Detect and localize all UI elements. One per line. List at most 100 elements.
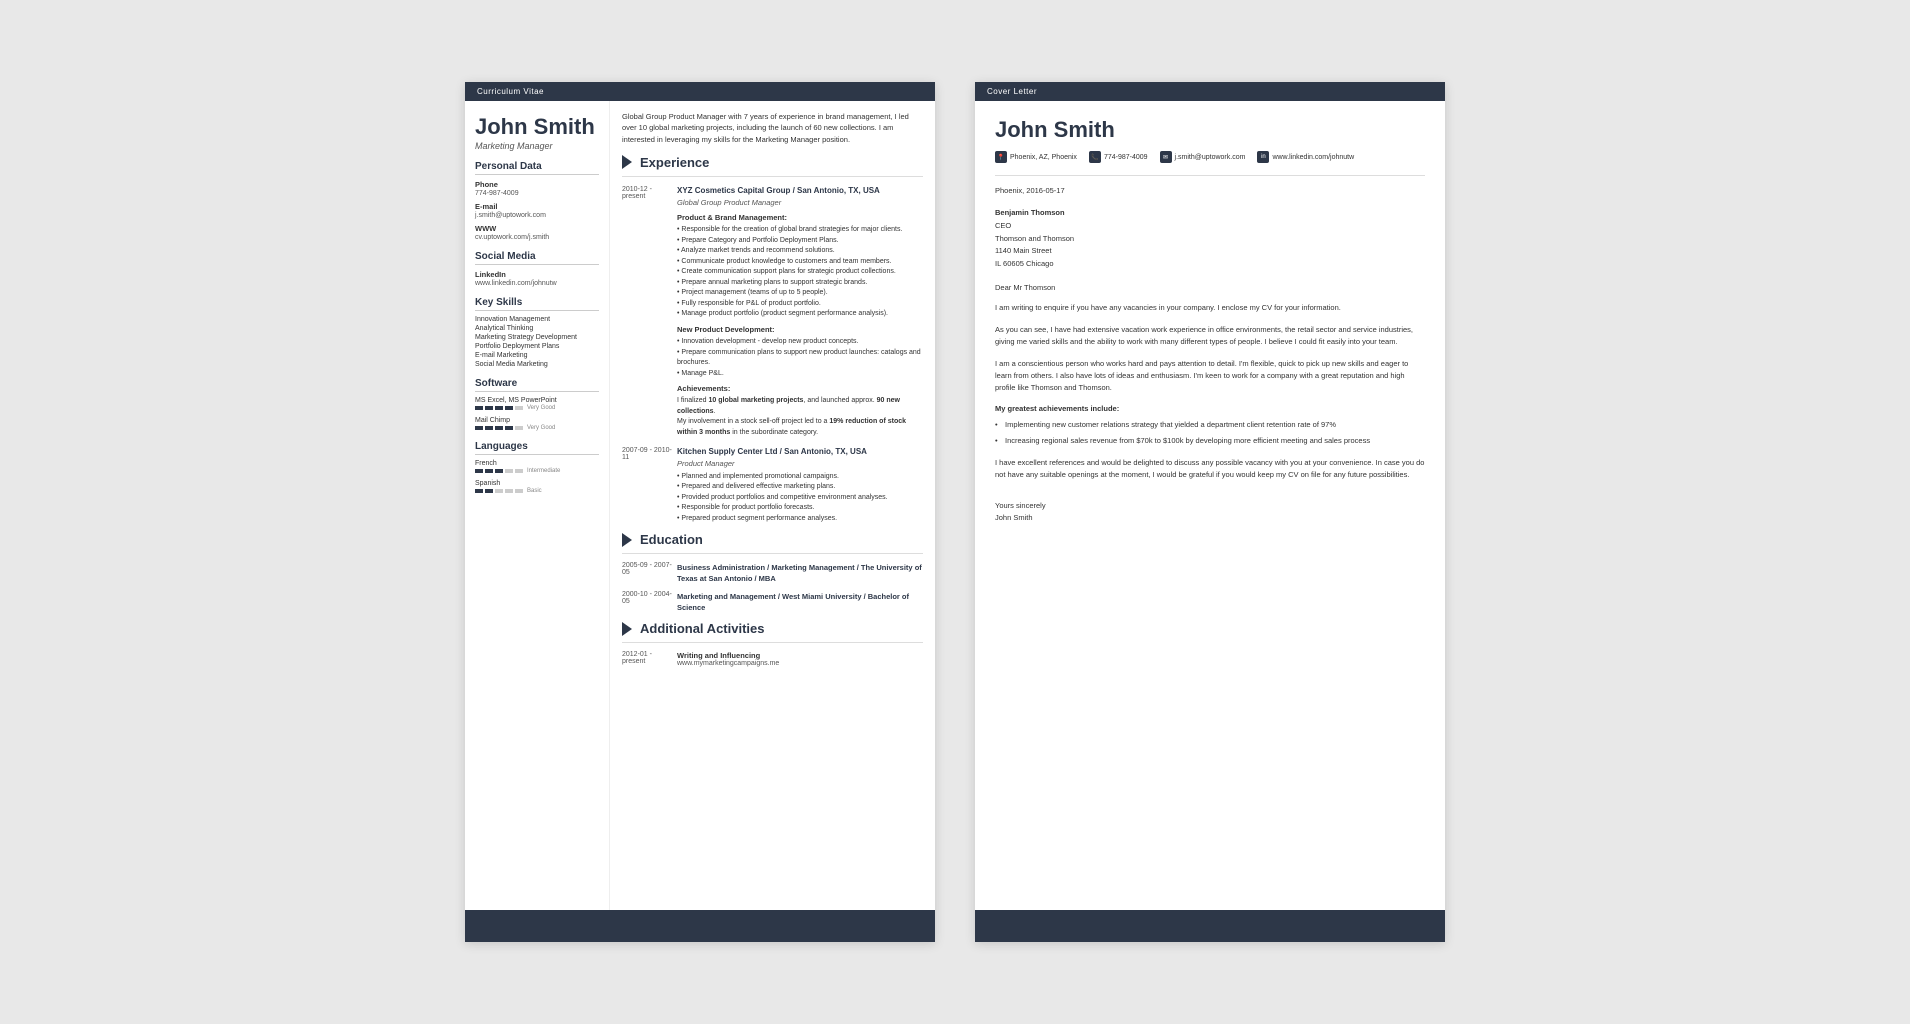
exp-bullet: • Prepare communication plans to support… [677, 348, 923, 369]
exp-bullet: • Prepared product segment performance a… [677, 514, 923, 525]
lang-rating-bar: Basic [475, 488, 599, 494]
software-section-title: Software [475, 378, 599, 392]
email-label: E-mail [475, 202, 599, 211]
lang-rating-label: Intermediate [527, 468, 560, 474]
lang-rating-bar: Intermediate [475, 468, 599, 474]
experience-entries: 2010-12 - presentXYZ Cosmetics Capital G… [622, 185, 923, 524]
edu-degree: Business Administration / Marketing Mana… [677, 562, 923, 585]
skill-item: Analytical Thinking [475, 325, 599, 332]
cl-paragraph: I am a conscientious person who works ha… [995, 358, 1425, 394]
cl-date: Phoenix, 2016-05-17 [995, 186, 1425, 195]
edu-content: Marketing and Management / West Miami Un… [677, 591, 923, 614]
lang-rating-dot [505, 489, 513, 493]
rating-dot [475, 426, 483, 430]
rating-label: Very Good [527, 405, 555, 411]
skill-item: E-mail Marketing [475, 352, 599, 359]
skills-list: Innovation Management Analytical Thinking… [475, 316, 599, 368]
cl-email: ✉ j.smith@uptowork.com [1160, 151, 1246, 163]
rating-dot [485, 406, 493, 410]
rating-dot [515, 426, 523, 430]
cl-paragraphs: I am writing to enquire if you have any … [995, 302, 1425, 394]
cl-linkedin: in www.linkedin.com/johnutw [1257, 151, 1354, 163]
exp-content: XYZ Cosmetics Capital Group / San Antoni… [677, 185, 923, 439]
software-item: MS Excel, MS PowerPointVery Good [475, 397, 599, 411]
social-section-title: Social Media [475, 251, 599, 265]
cv-summary: Global Group Product Manager with 7 year… [622, 111, 923, 145]
lang-rating-dot [515, 489, 523, 493]
linkedin-icon: in [1257, 151, 1269, 163]
cl-sig-name: John Smith [995, 513, 1425, 522]
exp-bullet: • Responsible for the creation of global… [677, 225, 923, 236]
exp-bullet: • Fully responsible for P&L of product p… [677, 299, 923, 310]
software-list: MS Excel, MS PowerPointVery Good Mail Chi… [475, 397, 599, 431]
activities-arrow-icon [622, 622, 632, 636]
rating-dot [505, 406, 513, 410]
exp-bullet: • Create communication support plans for… [677, 267, 923, 278]
act-content: Writing and Influencingwww.mymarketingca… [677, 651, 923, 667]
lang-rating-dot [495, 489, 503, 493]
education-entries: 2005-09 - 2007-05Business Administration… [622, 562, 923, 613]
phone-label: Phone [475, 180, 599, 189]
exp-bullet: • Planned and implemented promotional ca… [677, 472, 923, 483]
cv-job-title: Marketing Manager [475, 141, 599, 151]
education-entry: 2005-09 - 2007-05Business Administration… [622, 562, 923, 585]
cl-achievement-item: Increasing regional sales revenue from $… [995, 435, 1425, 447]
cl-salutation: Dear Mr Thomson [995, 283, 1425, 292]
experience-entry: 2007-09 - 2010-11Kitchen Supply Center L… [622, 446, 923, 524]
lang-rating-dot [485, 489, 493, 493]
rating-dot [475, 406, 483, 410]
cl-paragraph: As you can see, I have had extensive vac… [995, 324, 1425, 348]
cl-header-bar: Cover Letter [975, 82, 1445, 101]
cl-contact-row: 📍 Phoenix, AZ, Phoenix 📞 774-987-4009 ✉ … [995, 151, 1425, 163]
exp-achievement: I finalized 10 global marketing projects… [677, 396, 923, 417]
exp-bullet: • Provided product portfolios and compet… [677, 493, 923, 504]
lang-rating-dot [505, 469, 513, 473]
cl-achievements: Implementing new customer relations stra… [995, 419, 1425, 447]
language-item: FrenchIntermediate [475, 460, 599, 474]
cl-location: 📍 Phoenix, AZ, Phoenix [995, 151, 1077, 163]
location-icon: 📍 [995, 151, 1007, 163]
exp-sub-title: New Product Development: [677, 324, 923, 335]
software-name: Mail Chimp [475, 417, 599, 424]
cv-summary-text: Global Group Product Manager with 7 year… [622, 112, 909, 144]
lang-rating-dot [495, 469, 503, 473]
rating-dot [495, 426, 503, 430]
email-icon: ✉ [1160, 151, 1172, 163]
exp-role: Global Group Product Manager [677, 197, 923, 208]
skill-item: Innovation Management [475, 316, 599, 323]
linkedin-value: www.linkedin.com/johnutw [475, 280, 599, 287]
lang-rating-dot [515, 469, 523, 473]
rating-dot [505, 426, 513, 430]
cl-closing-text: I have excellent references and would be… [995, 457, 1425, 481]
cv-header-label: Curriculum Vitae [477, 87, 544, 96]
cv-document: Curriculum Vitae John Smith Marketing Ma… [465, 82, 935, 942]
skill-item: Marketing Strategy Development [475, 334, 599, 341]
skill-item: Social Media Marketing [475, 361, 599, 368]
education-entry: 2000-10 - 2004-05Marketing and Managemen… [622, 591, 923, 614]
language-name: Spanish [475, 480, 599, 487]
exp-bullet: • Responsible for product portfolio fore… [677, 503, 923, 514]
exp-bullet: • Prepared and delivered effective marke… [677, 482, 923, 493]
exp-sub-title: Product & Brand Management: [677, 212, 923, 223]
exp-date: 2007-09 - 2010-11 [622, 446, 677, 524]
phone-icon: 📞 [1089, 151, 1101, 163]
cl-sign-off: Yours sincerely [995, 501, 1425, 510]
activities-section-title: Additional Activities [640, 621, 764, 636]
act-date: 2012-01 - present [622, 651, 677, 667]
experience-section-title: Experience [640, 155, 709, 170]
edu-content: Business Administration / Marketing Mana… [677, 562, 923, 585]
languages-list: FrenchIntermediate SpanishBasic [475, 460, 599, 494]
rating-bar: Very Good [475, 405, 599, 411]
exp-bullet: • Innovation development - develop new p… [677, 337, 923, 348]
exp-bullet: • Manage P&L. [677, 369, 923, 380]
exp-bullet: • Project management (teams of up to 5 p… [677, 288, 923, 299]
cv-sidebar: John Smith Marketing Manager Personal Da… [465, 101, 610, 910]
experience-section-header: Experience [622, 155, 923, 170]
cl-phone-text: 774-987-4009 [1104, 154, 1148, 161]
cv-main-content: Global Group Product Manager with 7 year… [610, 101, 935, 910]
act-title: Writing and Influencing [677, 651, 923, 660]
lang-rating-dot [475, 489, 483, 493]
cl-document: Cover Letter John Smith 📍 Phoenix, AZ, P… [975, 82, 1445, 942]
exp-bullet: • Prepare Category and Portfolio Deploym… [677, 236, 923, 247]
cl-recipient: Benjamin ThomsonCEOThomson and Thomson11… [995, 207, 1425, 271]
